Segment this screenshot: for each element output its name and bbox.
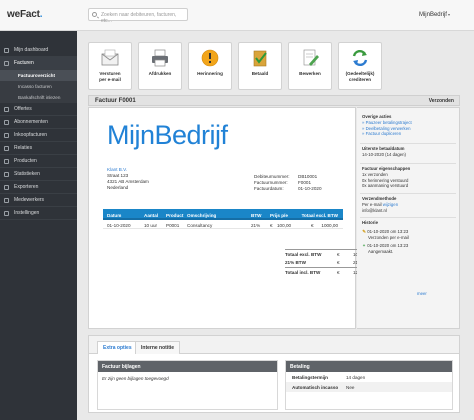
table-header: Datum Aantal Product Omschrijving BTW Pr… [103, 209, 343, 220]
top-bar: weFact. Zoeken naar debiteuren, facturen… [0, 0, 474, 31]
invoice-properties: Factuur eigenschappen 1x verzonden 0x he… [362, 166, 411, 188]
print-button[interactable]: Afdrukken [138, 42, 182, 90]
search-placeholder: Zoeken naar debiteuren, facturen, etc... [101, 12, 177, 24]
due-date-block: Uiterste betaaldatum 14-10-2020 (14 dage… [362, 146, 406, 157]
sidebar-subitem-incasso-facturen[interactable]: Incasso facturen [0, 81, 77, 92]
other-actions: Overige acties » Pauzeer betalingstrajec… [362, 114, 456, 137]
sidebar-subitem-factuuroverzicht[interactable]: Factuuroverzicht [0, 70, 77, 81]
subscription-icon [4, 120, 9, 125]
payment-row: Betalingstermijn 14 dagen [292, 375, 366, 380]
quote-icon [4, 107, 9, 112]
edit-icon: ✎ [362, 229, 366, 234]
attachments-title: Factuur bijlagen [98, 361, 277, 372]
divider [360, 163, 456, 164]
sidebar-item-statistieken[interactable]: Statistieken [0, 168, 77, 181]
send-email-button[interactable]: Versturen per e-mail [88, 42, 132, 90]
credit-button[interactable]: (Gedeeltelijk) crediteren [338, 42, 382, 90]
sidebar-item-exporteren[interactable]: Exporteren [0, 181, 77, 194]
invoice-header-bar: Factuur F0001 Verzonden [88, 95, 460, 106]
payment-row: Automatisch incasso Nee [286, 382, 452, 392]
relations-icon [4, 146, 9, 151]
warning-icon [201, 49, 219, 67]
table-row: 01-10-2020 10 uur P0001 Consultancy 21% … [103, 220, 343, 229]
edit-icon [303, 49, 319, 66]
sidebar-item-producten[interactable]: Producten [0, 155, 77, 168]
sidebar-item-facturen[interactable]: Facturen [0, 57, 77, 70]
reminder-button[interactable]: Herinnering [188, 42, 232, 90]
payment-title: Betaling [286, 361, 452, 372]
divider [360, 193, 456, 194]
invoice-preview: MijnBedrijf Klant B.V. Straat 123 4321 A… [88, 107, 375, 329]
invoice-info-panel: Overige acties » Pauzeer betalingstrajec… [357, 107, 460, 329]
payment-box: Betaling Betalingstermijn 14 dagen Automa… [285, 360, 453, 410]
mark-paid-button[interactable]: Betaald [238, 42, 282, 90]
sidebar-item-relaties[interactable]: Relaties [0, 142, 77, 155]
history: Historie ✎ 01-10-2020 om 13:23 Verzonden… [362, 220, 409, 254]
purchase-invoice-icon [4, 133, 9, 138]
email-icon [101, 49, 119, 66]
divider [360, 217, 456, 218]
dashboard-icon [4, 48, 9, 53]
statistics-icon [4, 172, 9, 177]
bottom-panel: Extra opties Interne notitie Factuur bij… [88, 335, 460, 413]
sidebar: Mijn dashboard Facturen Factuuroverzicht… [0, 31, 77, 420]
company-switcher[interactable]: MijnBedrijf▾ [419, 12, 450, 18]
more-history-link[interactable]: meer [417, 291, 427, 297]
printer-icon [152, 49, 168, 67]
invoice-status: Verzonden [428, 98, 454, 104]
invoice-meta: Debiteurnummer: DB10001 Factuurnummer: F00… [254, 174, 322, 191]
send-method: Verzendmethode Per e-mail wijzigen info@… [362, 196, 399, 213]
sidebar-item-dashboard[interactable]: Mijn dashboard [0, 44, 77, 57]
customer-address: Klant B.V. Straat 123 4321 AB Amsterdam … [107, 167, 149, 190]
invoice-icon [4, 61, 9, 66]
plus-icon: + [362, 243, 366, 248]
wefact-logo[interactable]: weFact. [7, 9, 42, 20]
employees-icon [4, 198, 9, 203]
chevron-down-icon: ▾ [447, 12, 450, 17]
invoice-lines-table: Datum Aantal Product Omschrijving BTW Pr… [103, 209, 343, 229]
search-input[interactable]: Zoeken naar debiteuren, facturen, etc... [88, 8, 188, 24]
tab-interne-notitie[interactable]: Interne notitie [135, 341, 181, 354]
divider [360, 143, 456, 144]
sidebar-item-medewerkers[interactable]: Medewerkers [0, 194, 77, 207]
attachments-box: Factuur bijlagen Er zijn geen bijlagen t… [97, 360, 278, 410]
export-icon [4, 185, 9, 190]
company-brand-logo: MijnBedrijf [107, 120, 228, 150]
products-icon [4, 159, 9, 164]
change-send-method-link[interactable]: wijzigen [383, 202, 398, 207]
edit-button[interactable]: Bewerken [288, 42, 332, 90]
sidebar-subitem-bankafschrift[interactable]: Bankafschrift inlezen [0, 92, 77, 103]
paid-icon [253, 50, 267, 67]
credit-arrows-icon [352, 49, 368, 67]
duplicate-invoice-link[interactable]: » Factuur dupliceren [362, 131, 456, 137]
attachments-empty-text: Er zijn geen bijlagen toegevoegd [102, 376, 169, 381]
invoice-title: Factuur F0001 [95, 98, 136, 104]
sidebar-item-instellingen[interactable]: Instellingen [0, 207, 77, 220]
tab-extra-opties[interactable]: Extra opties [97, 341, 138, 354]
settings-icon [4, 211, 9, 216]
sidebar-item-inkoopfacturen[interactable]: Inkoopfacturen [0, 129, 77, 142]
sidebar-item-abonnementen[interactable]: Abonnementen [0, 116, 77, 129]
sidebar-item-offertes[interactable]: Offertes [0, 103, 77, 116]
search-icon [92, 12, 97, 17]
tab-bar: Extra opties Interne notitie [89, 336, 459, 354]
